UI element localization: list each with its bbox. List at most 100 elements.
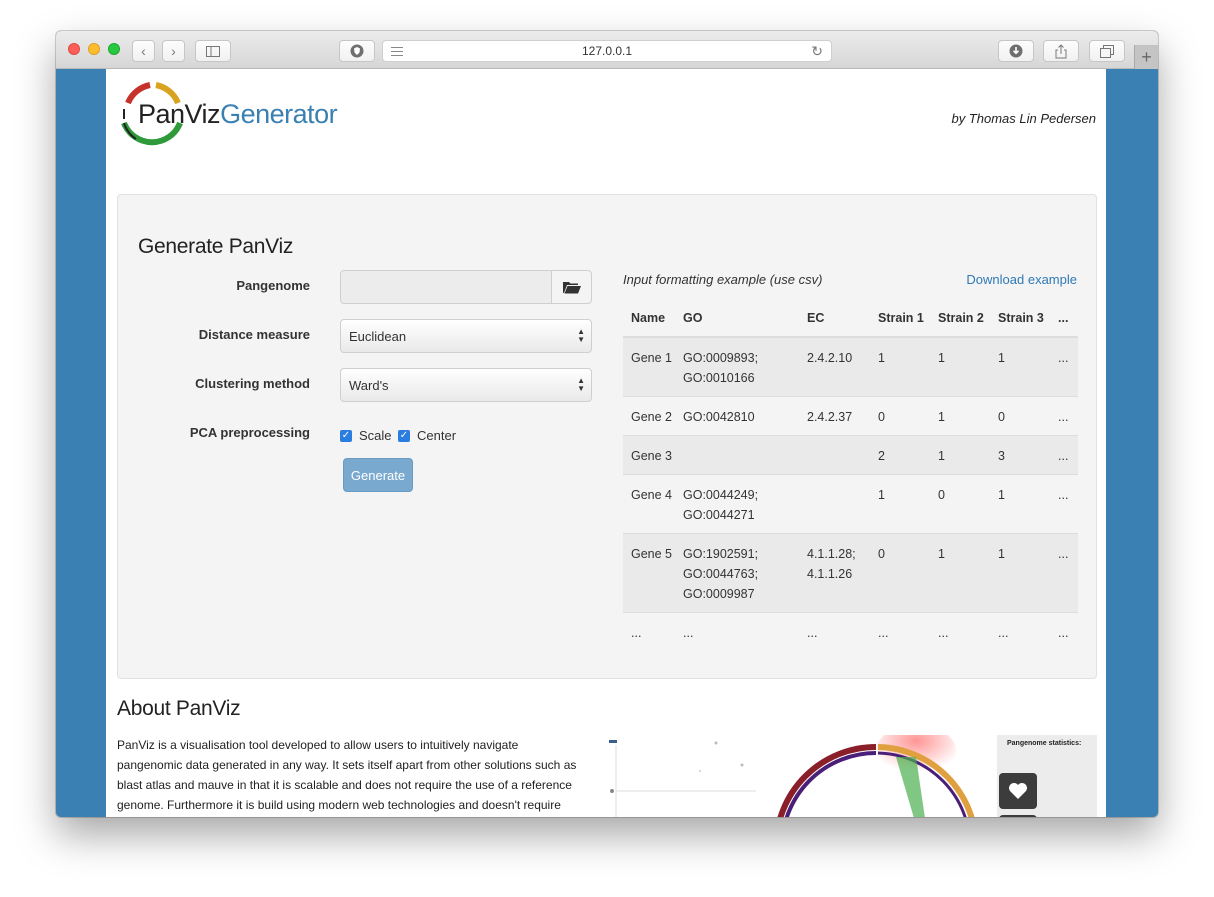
tabs-icon xyxy=(1100,44,1114,58)
logo-text-generator: Generator xyxy=(220,99,338,129)
browser-window: ‹ › 127.0.0.1 ↻ + PanVizGenerator by Tho… xyxy=(56,31,1158,817)
table-cell: 2.4.2.10 xyxy=(799,337,870,397)
checkmark-icon[interactable]: ✓ xyxy=(398,429,410,442)
chevron-left-icon: ‹ xyxy=(141,43,146,59)
table-header: GO xyxy=(675,299,799,338)
ec-number: 4.1.1.26 xyxy=(807,567,853,581)
table-cell: 1 xyxy=(930,435,990,475)
table-cell: 2.4.2.37 xyxy=(799,396,870,436)
plus-icon: + xyxy=(1141,47,1152,67)
table-cell: ... xyxy=(683,626,694,640)
table-cell: ... xyxy=(1050,533,1078,613)
table-cell: Gene 3 xyxy=(623,435,675,475)
table-header-row: Name GO EC Strain 1 Strain 2 Strain 3 ..… xyxy=(623,299,1078,338)
table-cell: 1 xyxy=(870,474,930,534)
table-row: Gene 3 2 1 3 ... xyxy=(623,435,1078,475)
table-cell: ... xyxy=(1050,435,1078,475)
download-icon xyxy=(1009,44,1023,58)
table-row: Gene 2 GO:0042810 2.4.2.37 0 1 0 ... xyxy=(623,396,1078,436)
table-cell: ... xyxy=(1050,337,1078,397)
table-cell: ... xyxy=(998,626,1009,640)
distance-measure-select[interactable]: Euclidean ▲ ▼ xyxy=(340,319,592,353)
table-cell xyxy=(799,435,870,475)
ec-number: 4.1.1.28; xyxy=(807,547,856,561)
select-arrows-icon: ▲ ▼ xyxy=(577,376,585,393)
go-term: GO:0044249; xyxy=(683,488,759,502)
browser-toolbar: ‹ › 127.0.0.1 ↻ + xyxy=(56,31,1158,69)
sidebar-button[interactable] xyxy=(195,40,231,62)
table-header: Strain 3 xyxy=(990,299,1050,338)
go-term: GO:0009893; xyxy=(683,351,759,365)
table-header: EC xyxy=(799,299,870,338)
scatterplot-screenshot xyxy=(609,740,756,817)
favorite-button[interactable] xyxy=(999,773,1037,809)
page-content: PanVizGenerator by Thomas Lin Pedersen G… xyxy=(106,69,1106,817)
table-cell: 0 xyxy=(870,396,930,436)
share-icon xyxy=(1055,43,1067,58)
zoom-window-button[interactable] xyxy=(108,43,120,55)
reader-icon[interactable] xyxy=(391,47,403,56)
clustering-method-select[interactable]: Ward's ▲ ▼ xyxy=(340,368,592,402)
table-cell: GO:0009893; GO:0010166 xyxy=(675,337,799,397)
go-term: GO:0010166 xyxy=(683,371,755,385)
circular-plot-screenshot xyxy=(777,735,975,817)
table-cell: 1 xyxy=(990,533,1050,613)
download-example-link[interactable]: Download example xyxy=(966,272,1077,287)
shield-button[interactable] xyxy=(339,40,375,62)
stats-title: Pangenome statistics: xyxy=(1007,740,1082,747)
browse-button[interactable] xyxy=(551,271,591,303)
share-button[interactable] xyxy=(1043,40,1079,62)
table-cell: ... xyxy=(1058,626,1069,640)
about-text: PanViz is a visualisation tool developed… xyxy=(117,738,577,812)
center-checkbox[interactable]: ✓ Center xyxy=(398,428,456,443)
center-label: Center xyxy=(417,428,457,443)
table-cell: 1 xyxy=(930,396,990,436)
clustering-method-value: Ward's xyxy=(349,377,389,393)
clustering-method-label: Clustering method xyxy=(195,376,310,391)
pangenome-file-input[interactable] xyxy=(340,270,592,304)
checkmark-icon[interactable]: ✓ xyxy=(340,429,352,442)
panviz-logo[interactable]: PanVizGenerator xyxy=(116,79,338,151)
table-cell: 1 xyxy=(930,533,990,613)
address-bar[interactable]: 127.0.0.1 ↻ xyxy=(382,40,832,62)
downloads-button[interactable] xyxy=(998,40,1034,62)
tabs-button[interactable] xyxy=(1089,40,1125,62)
generate-title: Generate PanViz xyxy=(138,235,294,258)
table-cell: 1 xyxy=(870,337,930,397)
logo-text: PanVizGenerator xyxy=(138,99,338,130)
folder-open-icon xyxy=(562,281,581,293)
history-button[interactable] xyxy=(999,815,1037,817)
table-cell xyxy=(799,474,870,534)
pangenome-label: Pangenome xyxy=(236,278,310,293)
select-arrows-icon: ▲ ▼ xyxy=(577,327,585,344)
shield-icon xyxy=(350,44,364,58)
table-header: ... xyxy=(1050,299,1078,338)
table-cell: 0 xyxy=(930,474,990,534)
minimize-window-button[interactable] xyxy=(88,43,100,55)
table-cell: GO:1902591; GO:0044763; GO:0009987 xyxy=(675,533,799,613)
forward-button[interactable]: › xyxy=(162,40,185,62)
go-term: GO:1902591; xyxy=(683,547,759,561)
table-cell: 1 xyxy=(990,474,1050,534)
table-cell: GO:0044249; GO:0044271 xyxy=(675,474,799,534)
table-row: Gene 4 GO:0044249; GO:0044271 1 0 1 ... xyxy=(623,474,1078,534)
table-cell: ... xyxy=(938,626,949,640)
close-window-button[interactable] xyxy=(68,43,80,55)
go-term: GO:0044271 xyxy=(683,508,755,522)
generate-button[interactable]: Generate xyxy=(343,458,413,492)
table-header: Strain 1 xyxy=(870,299,930,338)
table-header: Strain 2 xyxy=(930,299,990,338)
table-cell: ... xyxy=(807,626,818,640)
table-cell: Gene 4 xyxy=(623,474,675,534)
table-cell: ... xyxy=(1050,396,1078,436)
scale-checkbox[interactable]: ✓ Scale xyxy=(340,428,392,443)
back-button[interactable]: ‹ xyxy=(132,40,155,62)
new-tab-button[interactable]: + xyxy=(1134,45,1158,69)
table-cell: 0 xyxy=(870,533,930,613)
logo-text-panviz: PanViz xyxy=(138,99,221,129)
table-cell: 3 xyxy=(990,435,1050,475)
reload-icon[interactable]: ↻ xyxy=(811,43,823,60)
table-cell: 0 xyxy=(990,396,1050,436)
table-cell: Gene 5 xyxy=(623,533,675,613)
about-title: About PanViz xyxy=(117,697,241,720)
